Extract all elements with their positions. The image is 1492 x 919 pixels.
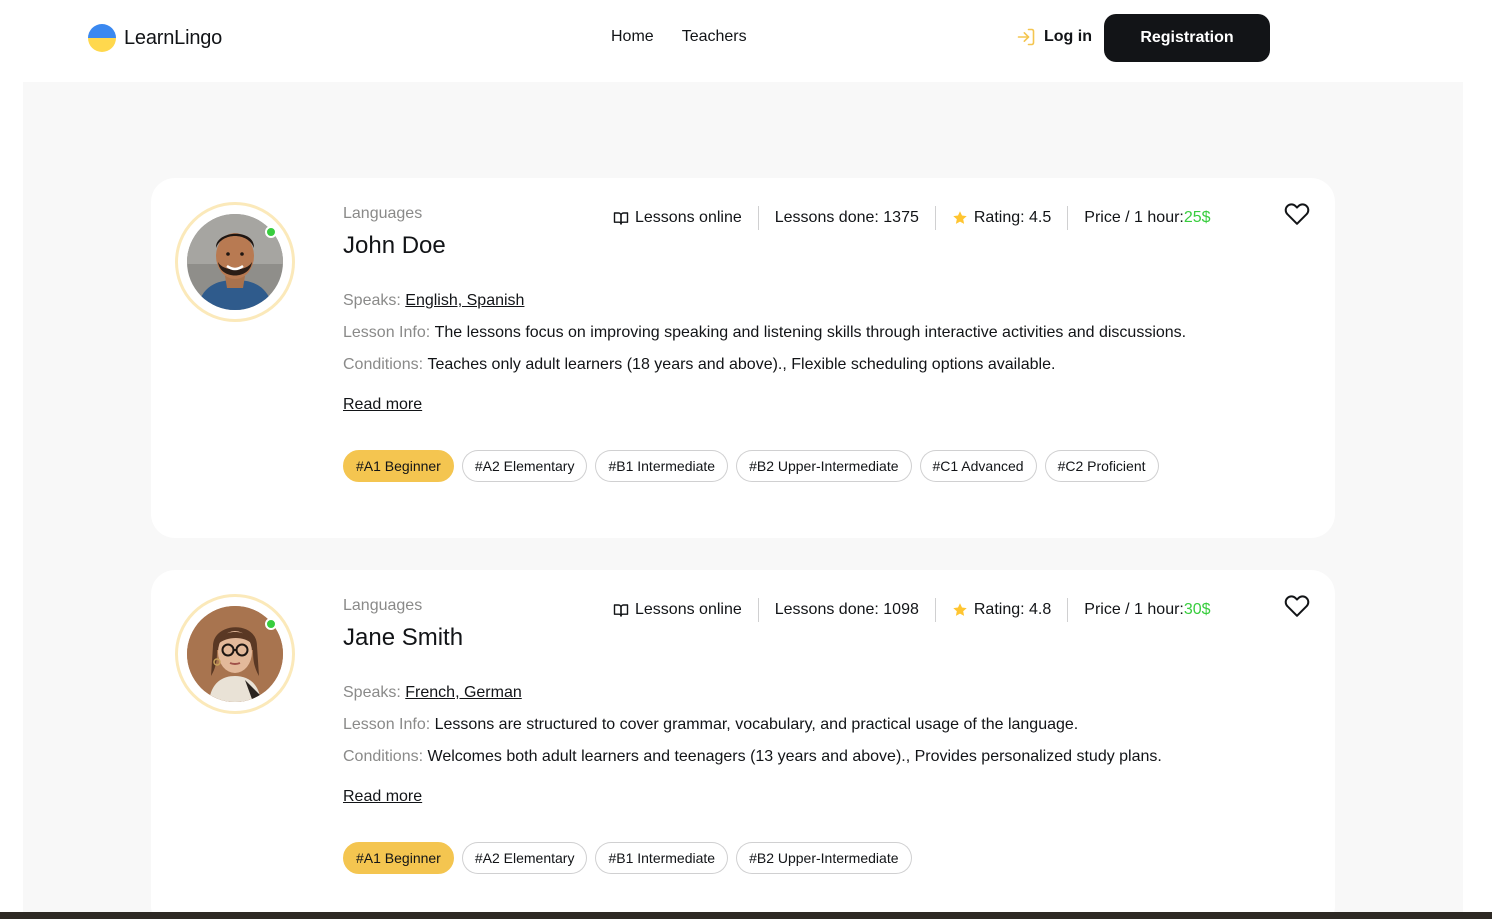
- level-tag-c2[interactable]: #C2 Proficient: [1044, 450, 1159, 482]
- registration-button[interactable]: Registration: [1104, 14, 1270, 62]
- speaks-value: English, Spanish: [405, 292, 525, 309]
- teacher-stats: Lessons online Lessons done: 1098 Rating…: [613, 598, 1227, 622]
- avatar-ring: [175, 202, 295, 322]
- languages-label: Languages: [343, 205, 423, 222]
- conditions-row: Conditions: Welcomes both adult learners…: [343, 748, 1162, 766]
- teacher-name: John Doe: [343, 232, 446, 259]
- nav-home-link[interactable]: Home: [611, 28, 654, 46]
- lessons-online-label: Lessons online: [635, 209, 742, 226]
- price-label: Price / 1 hour:: [1084, 209, 1184, 226]
- level-tag-b2[interactable]: #B2 Upper-Intermediate: [736, 842, 912, 874]
- logo-text: LearnLingo: [124, 26, 223, 49]
- level-tags: #A1 Beginner #A2 Elementary #B1 Intermed…: [343, 450, 1159, 482]
- price-value: 30$: [1183, 601, 1211, 618]
- speaks-label: Speaks:: [343, 684, 406, 701]
- login-button[interactable]: Log in: [1016, 27, 1092, 47]
- lessons-done-label: Lessons done: 1375: [774, 209, 919, 226]
- price-label: Price / 1 hour:: [1084, 601, 1184, 618]
- online-status-dot: [265, 618, 277, 630]
- speaks-label: Speaks:: [343, 292, 406, 309]
- conditions-row: Conditions: Teaches only adult learners …: [343, 356, 1055, 374]
- rating-label: Rating: 4.5: [973, 209, 1052, 226]
- level-tag-a1[interactable]: #A1 Beginner: [343, 842, 454, 874]
- level-tag-a1[interactable]: #A1 Beginner: [343, 450, 454, 482]
- lessons-online-stat: Lessons online: [613, 206, 758, 230]
- conditions-label: Conditions:: [343, 356, 428, 373]
- level-tag-b2[interactable]: #B2 Upper-Intermediate: [736, 450, 912, 482]
- teachers-list: Languages John Doe Lessons online Lesson…: [23, 82, 1463, 919]
- lessons-online-stat: Lessons online: [613, 598, 758, 622]
- level-tag-b1[interactable]: #B1 Intermediate: [595, 450, 729, 482]
- login-label: Log in: [1044, 28, 1092, 45]
- heart-favorite-icon[interactable]: [1284, 201, 1310, 227]
- lesson-info-value: Lessons are structured to cover grammar,…: [434, 716, 1079, 733]
- level-tag-a2[interactable]: #A2 Elementary: [461, 842, 588, 874]
- level-tags: #A1 Beginner #A2 Elementary #B1 Intermed…: [343, 842, 912, 874]
- login-arrow-icon: [1017, 28, 1035, 46]
- languages-label: Languages: [343, 597, 423, 614]
- logo[interactable]: LearnLingo: [88, 24, 222, 52]
- book-open-icon: [613, 604, 629, 617]
- lesson-info-label: Lesson Info:: [343, 324, 435, 341]
- nav-teachers-link[interactable]: Teachers: [682, 28, 747, 46]
- lessons-done-stat: Lessons done: 1098: [757, 598, 935, 622]
- rating-stat: Rating: 4.5: [934, 206, 1067, 230]
- lesson-info-value: The lessons focus on improving speaking …: [434, 324, 1187, 341]
- lesson-info-row: Lesson Info: Lessons are structured to c…: [343, 716, 1078, 734]
- bottom-edge-bar: [0, 912, 1492, 919]
- teacher-stats: Lessons online Lessons done: 1375 Rating…: [613, 206, 1227, 230]
- star-icon: [953, 603, 967, 616]
- level-tag-a2[interactable]: #A2 Elementary: [461, 450, 588, 482]
- book-open-icon: [613, 212, 629, 225]
- level-tag-c1[interactable]: #C1 Advanced: [919, 450, 1037, 482]
- teacher-name: Jane Smith: [343, 624, 464, 651]
- price-stat: Price / 1 hour: 30$: [1067, 598, 1226, 622]
- teacher-card: Languages John Doe Lessons online Lesson…: [151, 178, 1335, 538]
- main-nav: Home Teachers: [611, 28, 747, 46]
- lessons-done-stat: Lessons done: 1375: [757, 206, 935, 230]
- rating-label: Rating: 4.8: [973, 601, 1052, 618]
- read-more-link[interactable]: Read more: [343, 396, 422, 414]
- heart-favorite-icon[interactable]: [1284, 593, 1310, 619]
- price-stat: Price / 1 hour: 25$: [1067, 206, 1226, 230]
- ukraine-flag-logo-icon: [88, 24, 116, 52]
- site-header: LearnLingo Home Teachers Log in Registra…: [0, 0, 1492, 82]
- avatar-ring: [175, 594, 295, 714]
- conditions-label: Conditions:: [343, 748, 428, 765]
- lesson-info-row: Lesson Info: The lessons focus on improv…: [343, 324, 1186, 342]
- read-more-link[interactable]: Read more: [343, 788, 422, 806]
- lessons-online-label: Lessons online: [635, 601, 742, 618]
- speaks-row: Speaks: English, Spanish: [343, 292, 524, 310]
- lessons-done-label: Lessons done: 1098: [774, 601, 919, 618]
- online-status-dot: [265, 226, 277, 238]
- conditions-value: Welcomes both adult learners and teenage…: [427, 748, 1162, 765]
- speaks-row: Speaks: French, German: [343, 684, 522, 702]
- star-icon: [953, 211, 967, 224]
- lesson-info-label: Lesson Info:: [343, 716, 435, 733]
- price-value: 25$: [1183, 209, 1211, 226]
- conditions-value: Teaches only adult learners (18 years an…: [427, 356, 1056, 373]
- rating-stat: Rating: 4.8: [934, 598, 1067, 622]
- speaks-value: French, German: [405, 684, 522, 701]
- teacher-card: Languages Jane Smith Lessons online Less…: [151, 570, 1335, 919]
- level-tag-b1[interactable]: #B1 Intermediate: [595, 842, 729, 874]
